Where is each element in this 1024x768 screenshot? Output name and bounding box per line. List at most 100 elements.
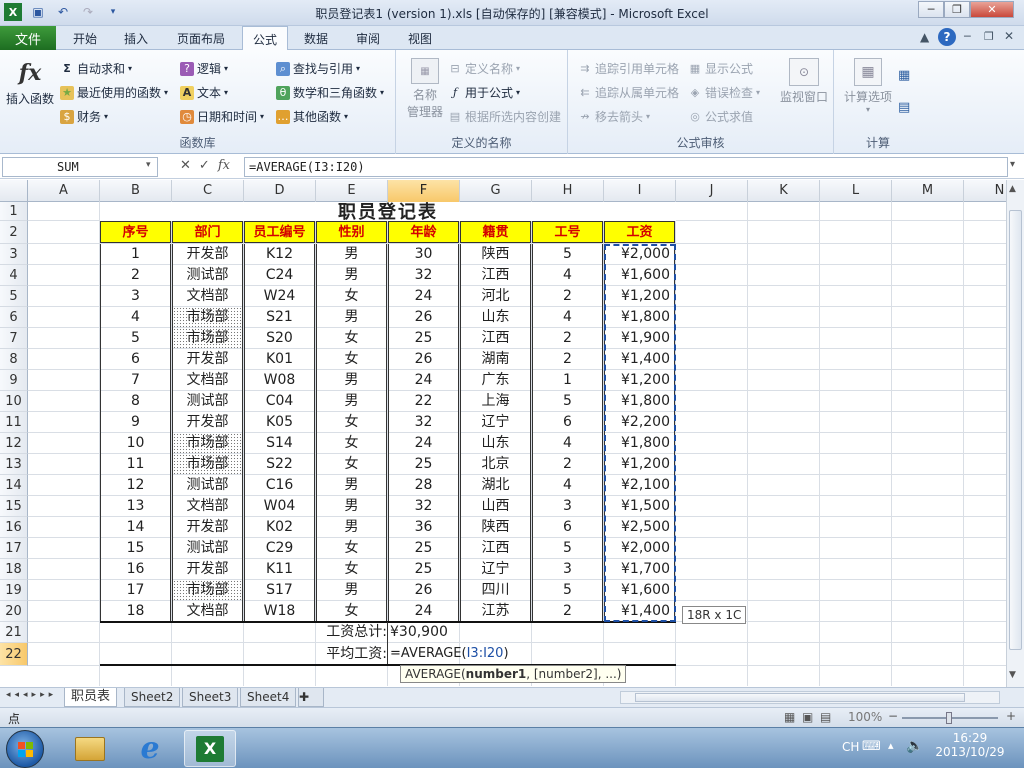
sheet-tab-4[interactable]: Sheet4	[240, 688, 297, 707]
table-cell[interactable]: 5	[532, 391, 603, 412]
column-header-c[interactable]: C	[172, 180, 244, 202]
table-cell[interactable]: S20	[244, 328, 315, 349]
minimize-button[interactable]: ─	[918, 1, 944, 18]
tab-data[interactable]: 数据	[294, 26, 338, 50]
table-cell[interactable]: 22	[388, 391, 459, 412]
row-header-14[interactable]: 14	[0, 475, 28, 496]
table-cell[interactable]: 女	[316, 559, 387, 580]
row-header-6[interactable]: 6	[0, 307, 28, 328]
table-cell[interactable]: 陕西	[460, 244, 531, 265]
table-cell[interactable]: 上海	[460, 391, 531, 412]
doc-minimize-icon[interactable]: ─	[964, 30, 971, 43]
name-box[interactable]: SUM	[2, 157, 158, 177]
insert-fx-icon[interactable]: fx	[218, 158, 230, 173]
column-header-a[interactable]: A	[28, 180, 100, 202]
table-cell[interactable]: 文档部	[172, 601, 243, 622]
table-cell[interactable]: 3	[532, 496, 603, 517]
calc-now-icon[interactable]: ▦	[898, 68, 910, 83]
zoom-slider-handle[interactable]	[946, 712, 952, 724]
row-header-22[interactable]: 22	[0, 643, 28, 666]
table-cell[interactable]: 25	[388, 454, 459, 475]
table-cell[interactable]: 14	[100, 517, 171, 538]
page-layout-view-icon[interactable]: ▣	[802, 710, 813, 724]
table-cell[interactable]: 男	[316, 244, 387, 265]
table-cell[interactable]: 男	[316, 307, 387, 328]
tab-review[interactable]: 审阅	[346, 26, 390, 50]
evaluate-formula-button[interactable]: ◎ 公式求值	[688, 108, 753, 125]
table-cell[interactable]: 文档部	[172, 370, 243, 391]
table-cell[interactable]: W24	[244, 286, 315, 307]
table-cell[interactable]: 28	[388, 475, 459, 496]
table-cell[interactable]: 26	[388, 580, 459, 601]
table-cell[interactable]: 5	[532, 538, 603, 559]
table-cell[interactable]: 男	[316, 391, 387, 412]
zoom-out-icon[interactable]: −	[888, 709, 898, 723]
table-cell[interactable]: C24	[244, 265, 315, 286]
calc-options-button[interactable]: ▦ 计算选项 ▾	[838, 58, 898, 114]
insert-function-button[interactable]: fx 插入函数	[4, 58, 56, 107]
column-header-i[interactable]: I	[604, 180, 676, 202]
volume-icon[interactable]: 🔈	[906, 738, 923, 754]
table-cell[interactable]: 26	[388, 307, 459, 328]
maximize-button[interactable]: ❐	[944, 1, 970, 18]
table-cell[interactable]: 4	[532, 307, 603, 328]
table-cell[interactable]: W18	[244, 601, 315, 622]
table-cell[interactable]: S22	[244, 454, 315, 475]
table-cell[interactable]: 北京	[460, 454, 531, 475]
datetime-button[interactable]: ◷ 日期和时间 ▾	[180, 108, 264, 125]
table-cell[interactable]: S17	[244, 580, 315, 601]
zoom-in-icon[interactable]: +	[1006, 709, 1016, 723]
logical-button[interactable]: ? 逻辑 ▾	[180, 60, 228, 77]
table-cell[interactable]: K02	[244, 517, 315, 538]
vertical-scrollbar[interactable]: ▲ ▼	[1006, 180, 1024, 688]
table-cell[interactable]: 四川	[460, 580, 531, 601]
autosum-button[interactable]: Σ 自动求和 ▾	[60, 60, 132, 77]
row-header-12[interactable]: 12	[0, 433, 28, 454]
column-header-e[interactable]: E	[316, 180, 388, 202]
table-cell[interactable]: 山东	[460, 433, 531, 454]
row-header-19[interactable]: 19	[0, 580, 28, 601]
remove-arrows-button[interactable]: ↛ 移去箭头 ▾	[578, 108, 650, 125]
table-cell[interactable]: 24	[388, 370, 459, 391]
expand-formula-icon[interactable]: ▾	[1010, 159, 1015, 170]
normal-view-icon[interactable]: ▦	[784, 710, 795, 724]
horizontal-scrollbar[interactable]	[620, 691, 1000, 704]
table-cell[interactable]: 女	[316, 433, 387, 454]
column-header-f[interactable]: F	[388, 180, 460, 202]
table-cell[interactable]: 7	[100, 370, 171, 391]
table-cell[interactable]: 2	[532, 601, 603, 622]
table-cell[interactable]: 13	[100, 496, 171, 517]
table-cell[interactable]: 30	[388, 244, 459, 265]
table-cell[interactable]: 10	[100, 433, 171, 454]
row-header-20[interactable]: 20	[0, 601, 28, 622]
table-cell[interactable]: K12	[244, 244, 315, 265]
table-cell[interactable]: 男	[316, 475, 387, 496]
name-box-dropdown-icon[interactable]: ▾	[146, 160, 151, 170]
zoom-level[interactable]: 100%	[848, 710, 882, 724]
table-cell[interactable]: 26	[388, 349, 459, 370]
table-cell[interactable]: 陕西	[460, 517, 531, 538]
tab-view[interactable]: 视图	[398, 26, 442, 50]
table-cell[interactable]: 5	[532, 244, 603, 265]
column-header-n[interactable]: N	[964, 180, 1006, 202]
row-header-7[interactable]: 7	[0, 328, 28, 349]
worksheet-grid[interactable]: A B C D E F G H I J K L M N 1 2 3 4 5 6 7 8 9 10 11 12 13 14 15 16 17 1…	[0, 180, 1006, 686]
table-cell[interactable]: 4	[532, 433, 603, 454]
table-cell[interactable]: 女	[316, 286, 387, 307]
table-cell[interactable]: K05	[244, 412, 315, 433]
row-header-16[interactable]: 16	[0, 517, 28, 538]
table-cell[interactable]: 11	[100, 454, 171, 475]
math-button[interactable]: θ 数学和三角函数 ▾	[276, 84, 384, 101]
table-cell[interactable]: 市场部	[172, 580, 243, 601]
table-cell[interactable]: 6	[532, 412, 603, 433]
collapse-ribbon-icon[interactable]: ▲	[920, 30, 929, 44]
create-from-selection-button[interactable]: ▤ 根据所选内容创建	[448, 108, 561, 125]
scroll-down-icon[interactable]: ▼	[1009, 670, 1016, 680]
table-cell[interactable]: 24	[388, 601, 459, 622]
table-cell[interactable]: 6	[100, 349, 171, 370]
row-header-17[interactable]: 17	[0, 538, 28, 559]
row-header-18[interactable]: 18	[0, 559, 28, 580]
watch-window-button[interactable]: ⊙ 监视窗口	[776, 58, 832, 105]
table-cell[interactable]: K11	[244, 559, 315, 580]
table-cell[interactable]: 18	[100, 601, 171, 622]
